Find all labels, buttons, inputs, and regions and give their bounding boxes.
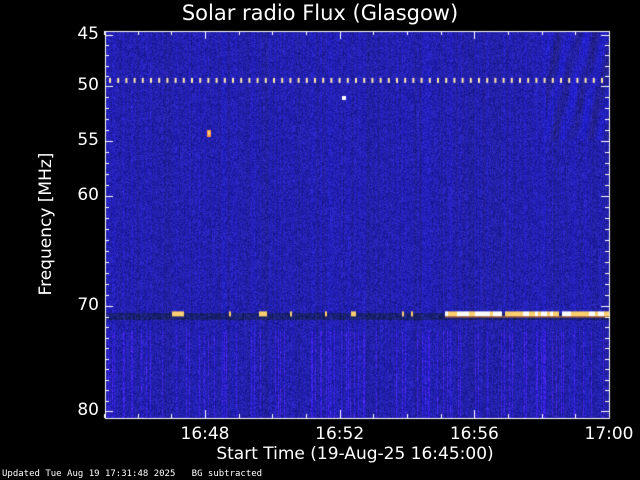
x-tick-label: 16:56 [449, 424, 499, 444]
y-tick-label: 60 [77, 185, 99, 205]
x-axis-label: Start Time (19-Aug-25 16:45:00) [216, 444, 494, 464]
x-tick-label: 16:52 [315, 424, 365, 444]
y-tick-label: 50 [77, 75, 99, 95]
footer-updated: Updated Tue Aug 19 17:31:48 2025 [2, 469, 176, 479]
x-tick-label: 16:48 [180, 424, 230, 444]
x-tick-label: 17:00 [584, 424, 634, 444]
y-axis-label: Frequency [MHz] [36, 152, 56, 296]
footer-note: BG subtracted [191, 469, 263, 479]
y-tick-label: 55 [77, 130, 99, 150]
y-tick-label: 80 [77, 400, 99, 420]
footer-status: Updated Tue Aug 19 17:31:48 2025 BG subt… [2, 469, 262, 479]
chart-title: Solar radio Flux (Glasgow) [181, 1, 459, 25]
y-tick-label: 45 [77, 24, 99, 44]
y-tick-label: 70 [77, 295, 99, 315]
